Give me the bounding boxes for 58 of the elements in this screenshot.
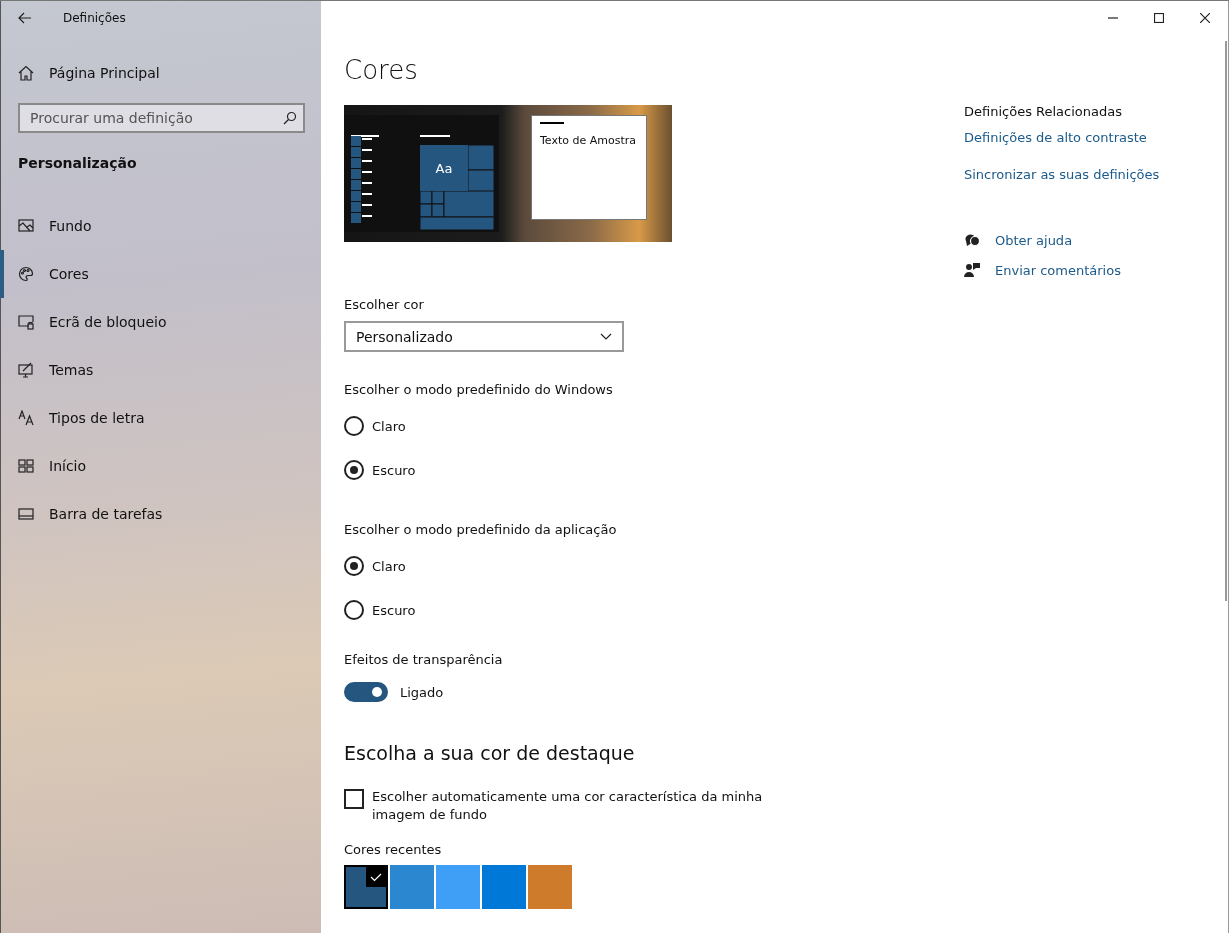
radio-label: Escuro xyxy=(372,602,416,618)
radio-button[interactable] xyxy=(344,416,364,436)
settings-link[interactable]: Sincronizar as suas definições xyxy=(964,167,1160,182)
radio-button[interactable] xyxy=(344,460,364,480)
scrollbar[interactable] xyxy=(1225,41,1227,601)
nav-item[interactable]: Tipos de letra xyxy=(0,394,321,442)
help-link[interactable]: Enviar comentários xyxy=(995,262,1121,278)
help-link[interactable]: Obter ajuda xyxy=(995,232,1073,248)
color-swatch[interactable] xyxy=(390,865,434,909)
radio-button[interactable] xyxy=(344,556,364,576)
maximize-icon xyxy=(1154,13,1164,23)
back-arrow-icon xyxy=(18,12,32,24)
page-title: Cores xyxy=(344,55,419,87)
home-nav-item[interactable]: Página Principal xyxy=(1,53,321,93)
color-swatch[interactable] xyxy=(528,865,572,909)
section-heading: Escolha a sua cor de destaque xyxy=(344,742,636,766)
radio-label: Claro xyxy=(372,558,406,574)
group-label: Escolher o modo predefinido da aplicação xyxy=(344,522,618,539)
font-icon xyxy=(18,410,34,426)
color-dropdown[interactable]: Personalizado xyxy=(344,321,624,352)
nav-item[interactable]: Temas xyxy=(0,346,321,394)
help-chat-icon xyxy=(964,232,980,248)
start-tiles-icon xyxy=(18,458,34,474)
color-swatch[interactable] xyxy=(436,865,480,909)
window-title: Definições xyxy=(63,11,126,25)
search-icon xyxy=(283,111,297,125)
feedback-icon xyxy=(964,262,980,278)
color-swatch[interactable] xyxy=(344,865,388,909)
radio-button[interactable] xyxy=(344,600,364,620)
search-field[interactable]: Procurar uma definição xyxy=(18,103,305,133)
close-icon xyxy=(1200,13,1210,23)
checkbox-label: Escolher automaticamente uma cor característica da minha imagem de fundo xyxy=(372,788,764,824)
field-label: Escolher cor xyxy=(344,297,425,312)
lock-screen-icon xyxy=(18,314,34,330)
setting-label: Efeitos de transparência xyxy=(344,652,504,669)
checkbox[interactable] xyxy=(344,789,364,809)
nav-item[interactable]: Fundo xyxy=(0,202,321,250)
related-heading: Definições Relacionadas xyxy=(964,104,1123,119)
theme-icon xyxy=(18,362,34,378)
group-label: Escolher o modo predefinido do Windows xyxy=(344,382,614,399)
radio-label: Escuro xyxy=(372,462,416,478)
radio-label: Claro xyxy=(372,418,406,434)
settings-link[interactable]: Definições de alto contraste xyxy=(964,130,1160,145)
preview-tile: Aa xyxy=(420,145,468,191)
nav-item[interactable]: Barra de tarefas xyxy=(0,490,321,538)
picture-icon xyxy=(18,218,34,234)
home-icon xyxy=(18,65,34,81)
toggle-state-text: Ligado xyxy=(400,684,444,700)
palette-icon xyxy=(18,266,34,282)
color-swatch[interactable] xyxy=(482,865,526,909)
toggle-switch[interactable] xyxy=(344,682,388,702)
taskbar-icon xyxy=(18,506,34,522)
sample-text: Texto de Amostra xyxy=(540,134,637,147)
chevron-down-icon xyxy=(600,333,612,340)
nav-item[interactable]: Ecrã de bloqueio xyxy=(0,298,321,346)
nav-item[interactable]: Início xyxy=(0,442,321,490)
group-label: Cores recentes xyxy=(344,842,443,857)
section-heading: Personalização xyxy=(18,155,138,173)
